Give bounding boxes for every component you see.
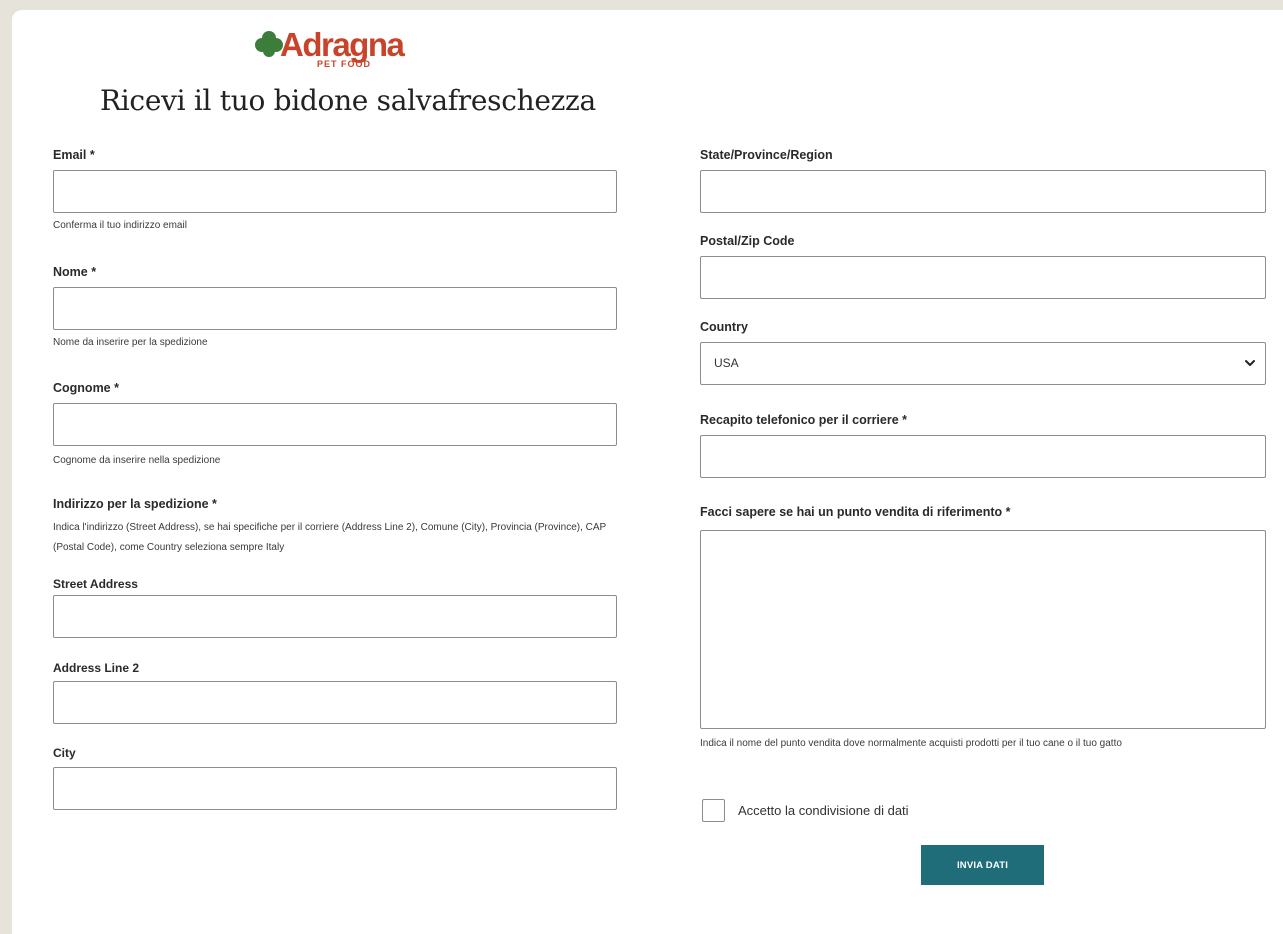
last-name-hint: Cognome da inserire nella spedizione [53, 455, 221, 466]
city-field-wrapper [53, 767, 617, 810]
last-name-field[interactable] [54, 404, 616, 445]
address-line2-field[interactable] [54, 682, 616, 723]
last-name-field-wrapper [53, 403, 617, 446]
state-label: State/Province/Region [700, 148, 833, 162]
email-hint: Conferma il tuo indirizzo email [53, 220, 187, 231]
store-hint: Indica il nome del punto vendita dove no… [700, 738, 1122, 749]
email-label: Email * [53, 148, 95, 162]
address-label: Indirizzo per la spedizione * [53, 497, 217, 511]
city-label: City [53, 746, 76, 760]
store-textarea[interactable] [701, 531, 1265, 728]
chevron-down-icon [1245, 360, 1255, 366]
postal-code-label: Postal/Zip Code [700, 234, 795, 248]
email-field[interactable] [54, 171, 616, 212]
page-title: Ricevi il tuo bidone salvafreschezza [100, 84, 596, 117]
first-name-field-wrapper [53, 287, 617, 330]
consent-label: Accetto la condivisione di dati [738, 803, 909, 818]
brand-subtitle: PET FOOD [317, 59, 372, 69]
email-field-wrapper [53, 170, 617, 213]
phone-field-wrapper [700, 435, 1266, 478]
street-address-label: Street Address [53, 577, 138, 591]
state-field-wrapper [700, 170, 1266, 213]
first-name-label: Nome * [53, 265, 97, 279]
country-select[interactable]: USA [700, 342, 1266, 385]
phone-field[interactable] [701, 436, 1265, 477]
consent-checkbox[interactable] [702, 799, 725, 822]
street-address-field[interactable] [54, 596, 616, 637]
state-field[interactable] [701, 171, 1265, 212]
submit-button[interactable]: INVIA DATI [921, 845, 1044, 885]
postal-code-field[interactable] [701, 257, 1265, 298]
address-line2-label: Address Line 2 [53, 661, 140, 675]
last-name-label: Cognome * [53, 381, 119, 395]
store-field-wrapper [700, 530, 1266, 729]
postal-code-field-wrapper [700, 256, 1266, 299]
address-instructions: Indica l'indirizzo (Street Address), se … [53, 522, 607, 553]
first-name-field[interactable] [54, 288, 616, 329]
first-name-hint: Nome da inserire per la spedizione [53, 337, 208, 348]
city-field[interactable] [54, 768, 616, 809]
country-selected-value: USA [714, 356, 739, 370]
store-label: Facci sapere se hai un punto vendita di … [700, 505, 1011, 519]
address-line2-field-wrapper [53, 681, 617, 724]
country-label: Country [700, 320, 748, 334]
street-address-field-wrapper [53, 595, 617, 638]
phone-label: Recapito telefonico per il corriere * [700, 413, 908, 427]
brand-logo: Adragna PET FOOD [254, 26, 424, 76]
